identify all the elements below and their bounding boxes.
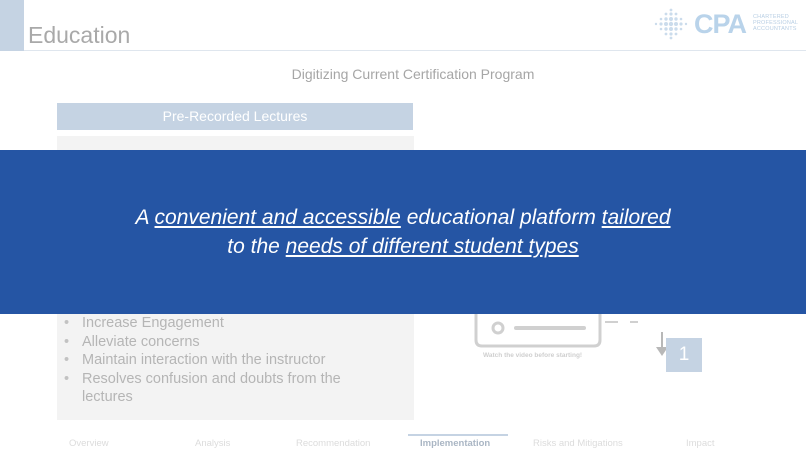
nav-item-impact[interactable]: Impact — [686, 438, 715, 449]
title-accent-bar — [0, 0, 24, 51]
overlay-banner: A convenient and accessible educational … — [0, 150, 806, 314]
list-item: Alleviate concerns — [64, 333, 394, 352]
nav-active-indicator — [408, 434, 508, 436]
list-item: Maintain interaction with the instructor — [64, 351, 394, 370]
nav-item-risks-and-mitigations[interactable]: Risks and Mitigations — [533, 438, 623, 449]
banner-line-2: to the needs of different student types — [227, 235, 579, 258]
nav-item-overview[interactable]: Overview — [69, 438, 109, 449]
section-nav: Overview Analysis Recommendation Impleme… — [0, 433, 806, 451]
list-item: Resolves confusion and doubts from the l… — [64, 370, 394, 407]
cpa-wordmark: CPA — [694, 9, 747, 39]
benefits-list: Increase Engagement Alleviate concerns M… — [64, 314, 394, 407]
lectures-header: Pre-Recorded Lectures — [57, 103, 413, 130]
emphasis-needs: needs of different student types — [285, 235, 579, 258]
emphasis-convenient: convenient and accessible — [154, 206, 401, 229]
nav-item-analysis[interactable]: Analysis — [195, 438, 230, 449]
emphasis-tailored: tailored — [601, 206, 671, 229]
nav-item-implementation[interactable]: Implementation — [420, 438, 490, 449]
nav-item-recommendation[interactable]: Recommendation — [296, 438, 370, 449]
banner-text: A convenient and accessible educational … — [0, 203, 806, 261]
cpa-tagline: CHARTERED PROFESSIONAL ACCOUNTANTS — [753, 14, 799, 32]
list-item: Increase Engagement — [64, 314, 394, 333]
cpa-logo-dots-icon — [654, 8, 688, 40]
slide-subtitle: Digitizing Current Certification Program — [291, 66, 535, 82]
banner-line-1: A convenient and accessible educational … — [135, 206, 671, 229]
slide-title: Education — [28, 22, 131, 48]
cpa-logo: CPA CHARTERED PROFESSIONAL ACCOUNTANTS — [652, 6, 802, 42]
header-divider — [24, 50, 806, 51]
step-number-badge: 1 — [666, 338, 702, 372]
watch-video-caption: Watch the video before starting! — [483, 352, 583, 359]
